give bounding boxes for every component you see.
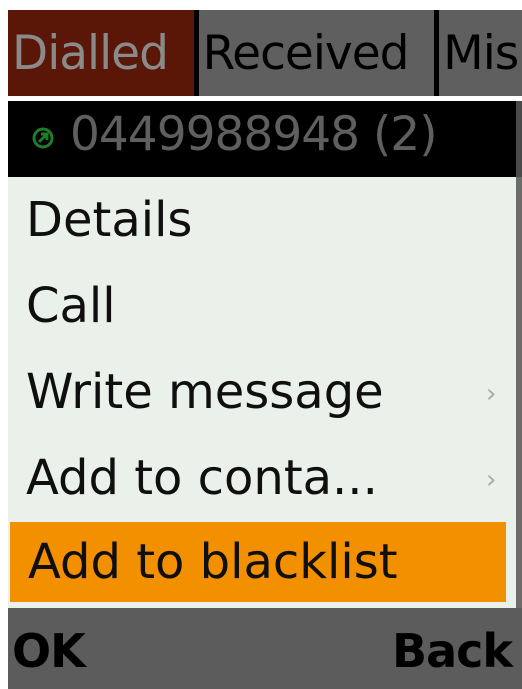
menu-item-label: Write message [26,364,384,420]
call-log-screen: Dialled Received Mis 0449988948 (2) Deta… [0,0,522,689]
call-log-tabs: Dialled Received Mis [8,10,522,96]
tab-missed[interactable]: Mis [439,10,522,96]
menu-item-label: Call [26,278,116,334]
chevron-right-icon: › [486,465,497,495]
menu-item-add-to-contacts[interactable]: Add to conta... › [8,435,516,521]
menu-item-label: Add to conta... [26,450,378,506]
ok-softkey[interactable]: OK [12,624,86,678]
chevron-right-icon: › [486,379,497,409]
list-scrollbar[interactable] [516,101,522,177]
call-entry-number: 0449988948 (2) [70,107,438,162]
menu-item-label: Details [26,192,193,248]
menu-scrollbar[interactable] [516,177,522,608]
dialled-call-arrow-icon [32,127,54,149]
back-softkey[interactable]: Back [392,624,513,678]
menu-item-write-message[interactable]: Write message › [8,349,516,435]
menu-item-details[interactable]: Details [8,177,516,263]
tab-received[interactable]: Received [198,10,435,96]
options-menu: Details Call Write message › Add to cont… [8,177,522,608]
menu-item-add-to-blacklist[interactable]: Add to blacklist [10,522,506,602]
menu-item-label: Add to blacklist [28,534,398,590]
tab-dialled[interactable]: Dialled [8,10,194,96]
selected-call-entry: 0449988948 (2) [8,101,522,177]
menu-item-call[interactable]: Call [8,263,516,349]
softkey-bar: OK Back [8,608,522,689]
